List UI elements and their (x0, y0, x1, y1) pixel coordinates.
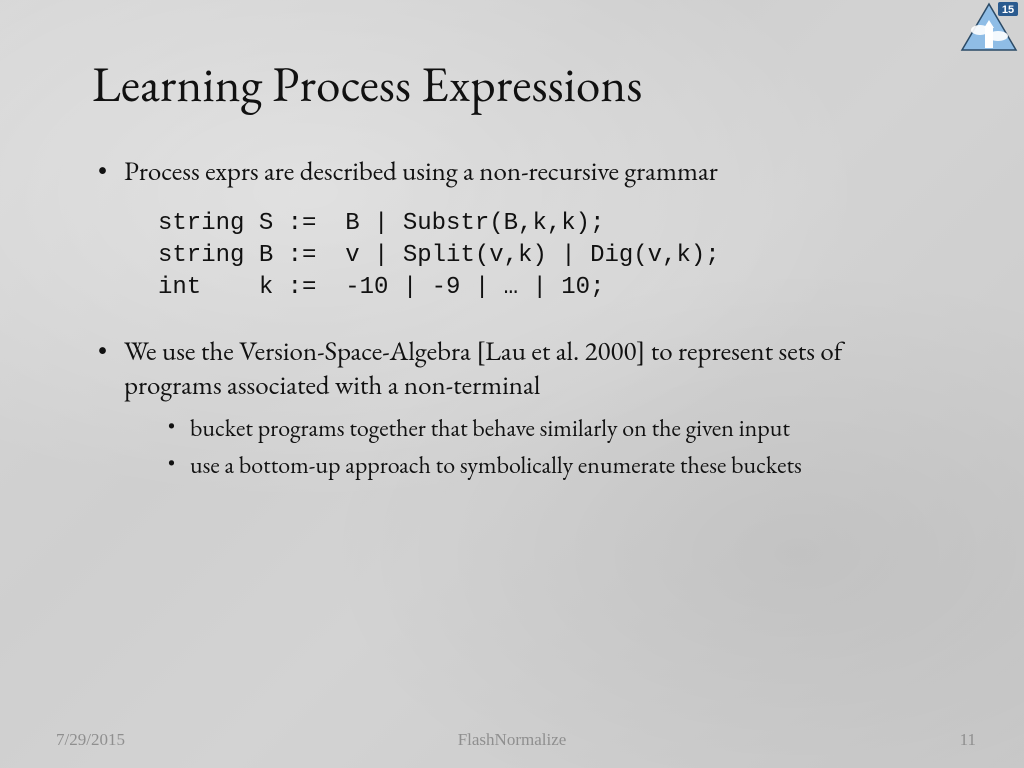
footer-label: FlashNormalize (0, 730, 1024, 750)
bullet-text: Process exprs are described using a non-… (124, 154, 718, 189)
sub-bullet-item: bucket programs together that behave sim… (168, 414, 936, 445)
slide-title: Learning Process Expressions (92, 52, 643, 116)
conference-logo: 15 (960, 2, 1018, 52)
grammar-code-block: string S := B | Substr(B,k,k); string B … (158, 208, 936, 305)
bullet-text: We use the Version-Space-Algebra [Lau et… (124, 334, 842, 404)
footer-page: 11 (960, 730, 976, 750)
bullet-item: We use the Version-Space-Algebra [Lau et… (96, 335, 936, 482)
sub-bullet-item: use a bottom-up approach to symbolically… (168, 451, 936, 482)
logo-badge-text: 15 (1002, 4, 1014, 16)
slide-body: Process exprs are described using a non-… (96, 155, 936, 499)
slide: 15 Learning Process Expressions Process … (0, 0, 1024, 768)
bullet-item: Process exprs are described using a non-… (96, 155, 936, 305)
